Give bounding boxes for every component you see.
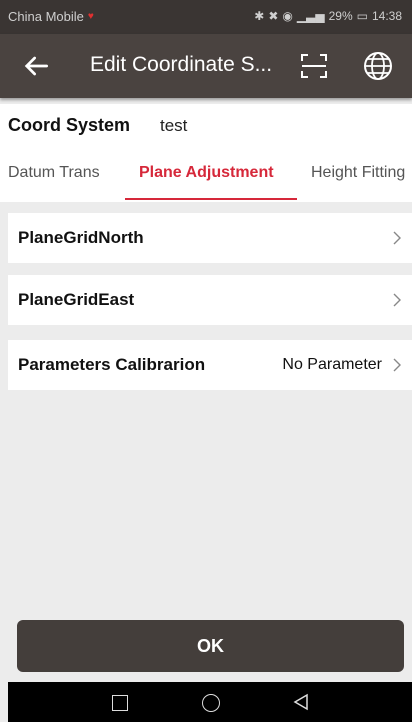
eye-icon: ◉ (282, 9, 293, 23)
parameters-calibration-row[interactable]: Parameters Calibrarion No Parameter (8, 340, 412, 390)
row-label: Parameters Calibrarion (18, 355, 206, 374)
row-label: PlaneGridEast (18, 290, 135, 309)
recent-apps-icon[interactable] (112, 695, 128, 711)
page-title: Edit Coordinate S... (90, 53, 273, 76)
mute-icon: ✖ (268, 9, 279, 23)
heart-icon: ♥ (87, 11, 94, 22)
tab-height-fitting[interactable]: Height Fitting (311, 164, 405, 182)
status-bar: China Mobile ♥ ✱ ✖ ◉ ▁▃▅ 29% ▭ 14:38 (0, 0, 412, 34)
plane-grid-east-row[interactable]: PlaneGridEast (8, 275, 412, 325)
bluetooth-icon: ✱ (254, 9, 265, 23)
signal-icon: ▁▃▅ (296, 9, 325, 23)
ok-button[interactable]: OK (17, 620, 404, 672)
row-label: PlaneGridNorth (18, 228, 144, 247)
back-triangle-icon[interactable] (292, 693, 310, 711)
battery-percent: 29% (328, 9, 353, 23)
coord-system-row: Coord System test (0, 104, 412, 144)
coord-system-value: test (160, 116, 188, 135)
tab-plane-adjustment[interactable]: Plane Adjustment (139, 164, 274, 182)
globe-icon[interactable] (362, 50, 394, 82)
scan-icon[interactable] (299, 51, 329, 81)
status-icons: ✱ ✖ ◉ ▁▃▅ 29% ▭ 14:38 (254, 9, 402, 23)
clock: 14:38 (371, 9, 402, 23)
row-value: No Parameter (282, 356, 382, 373)
carrier-name: China Mobile (8, 9, 84, 24)
chevron-right-icon (393, 358, 401, 372)
home-icon[interactable] (202, 694, 220, 712)
system-nav-bar (8, 682, 412, 722)
plane-grid-north-row[interactable]: PlaneGridNorth (8, 213, 412, 263)
arrow-left-icon[interactable] (20, 50, 52, 82)
tab-datum-trans[interactable]: Datum Trans (8, 164, 100, 182)
coord-system-label: Coord System (8, 115, 131, 135)
tab-bar: Datum Trans Plane Adjustment Height Fitt… (0, 144, 412, 202)
carrier-info: China Mobile ♥ (8, 9, 94, 24)
chevron-right-icon (393, 293, 401, 307)
battery-icon: ▭ (356, 9, 368, 23)
active-tab-indicator (125, 198, 297, 200)
chevron-right-icon (393, 231, 401, 245)
app-bar: Edit Coordinate S... (0, 34, 412, 98)
